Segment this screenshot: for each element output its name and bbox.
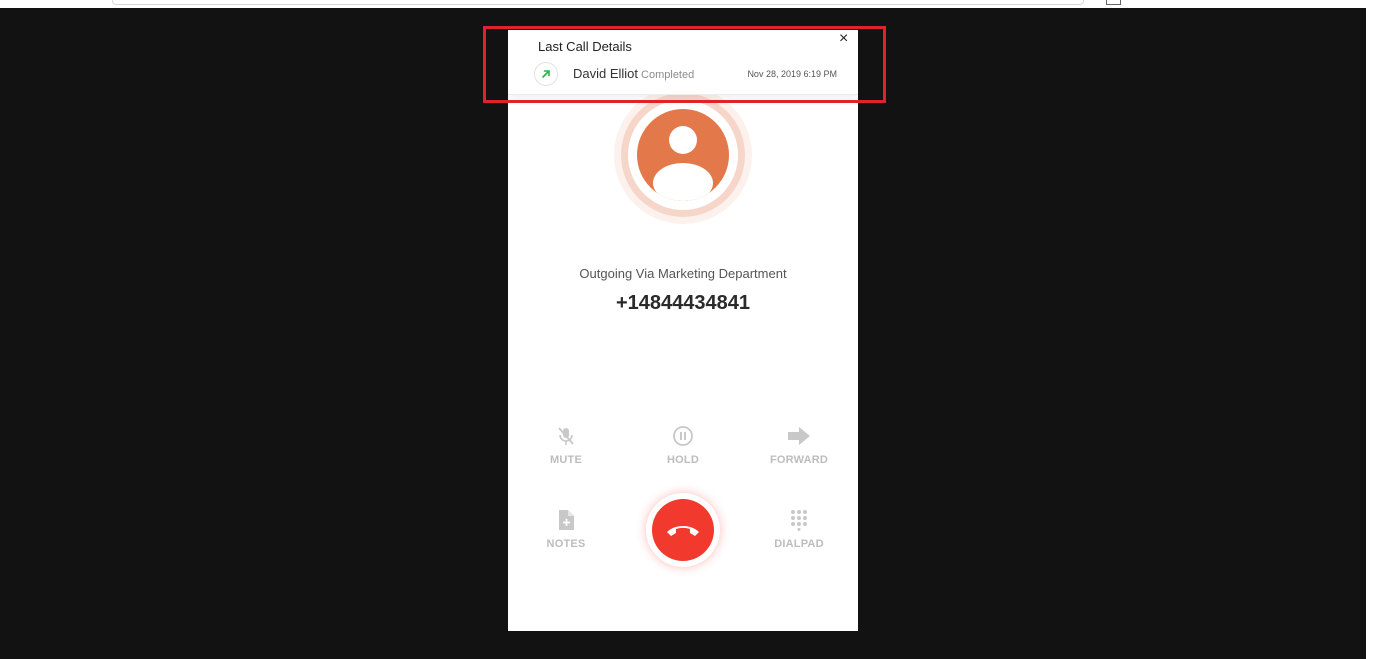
- mic-off-icon: [516, 424, 616, 448]
- forward-arrow-icon: [749, 424, 849, 448]
- address-bar-edge[interactable]: [112, 0, 1084, 5]
- scrollbar-track[interactable]: [1366, 8, 1388, 659]
- highlight-annotation-box: [483, 26, 886, 103]
- hold-label: HOLD: [667, 454, 699, 466]
- notes-button[interactable]: NOTES: [516, 508, 616, 550]
- note-add-icon: [516, 508, 616, 532]
- dialpad-icon: [749, 508, 849, 532]
- extension-icon[interactable]: [1106, 0, 1121, 5]
- mute-button[interactable]: MUTE: [516, 424, 616, 466]
- hang-up-phone-icon: [667, 526, 699, 536]
- pause-icon: [633, 424, 733, 448]
- phone-number: +14844434841: [615, 292, 751, 314]
- notes-label: NOTES: [546, 538, 586, 550]
- end-call-circle: [652, 499, 714, 561]
- avatar: [637, 109, 729, 201]
- dialer-panel: Last Call Details × David Elliot Complete…: [508, 30, 858, 631]
- person-icon: [653, 126, 713, 201]
- dialpad-button[interactable]: DIALPAD: [749, 508, 849, 550]
- end-call-button[interactable]: [646, 493, 720, 567]
- forward-label: FORWARD: [769, 454, 829, 466]
- mute-label: MUTE: [550, 454, 582, 466]
- call-route-text: Outgoing Via Marketing Department: [579, 266, 787, 281]
- hold-button[interactable]: HOLD: [633, 424, 733, 466]
- forward-button[interactable]: FORWARD: [749, 424, 849, 466]
- dialpad-label: DIALPAD: [774, 538, 824, 550]
- browser-top-strip: [0, 0, 1388, 8]
